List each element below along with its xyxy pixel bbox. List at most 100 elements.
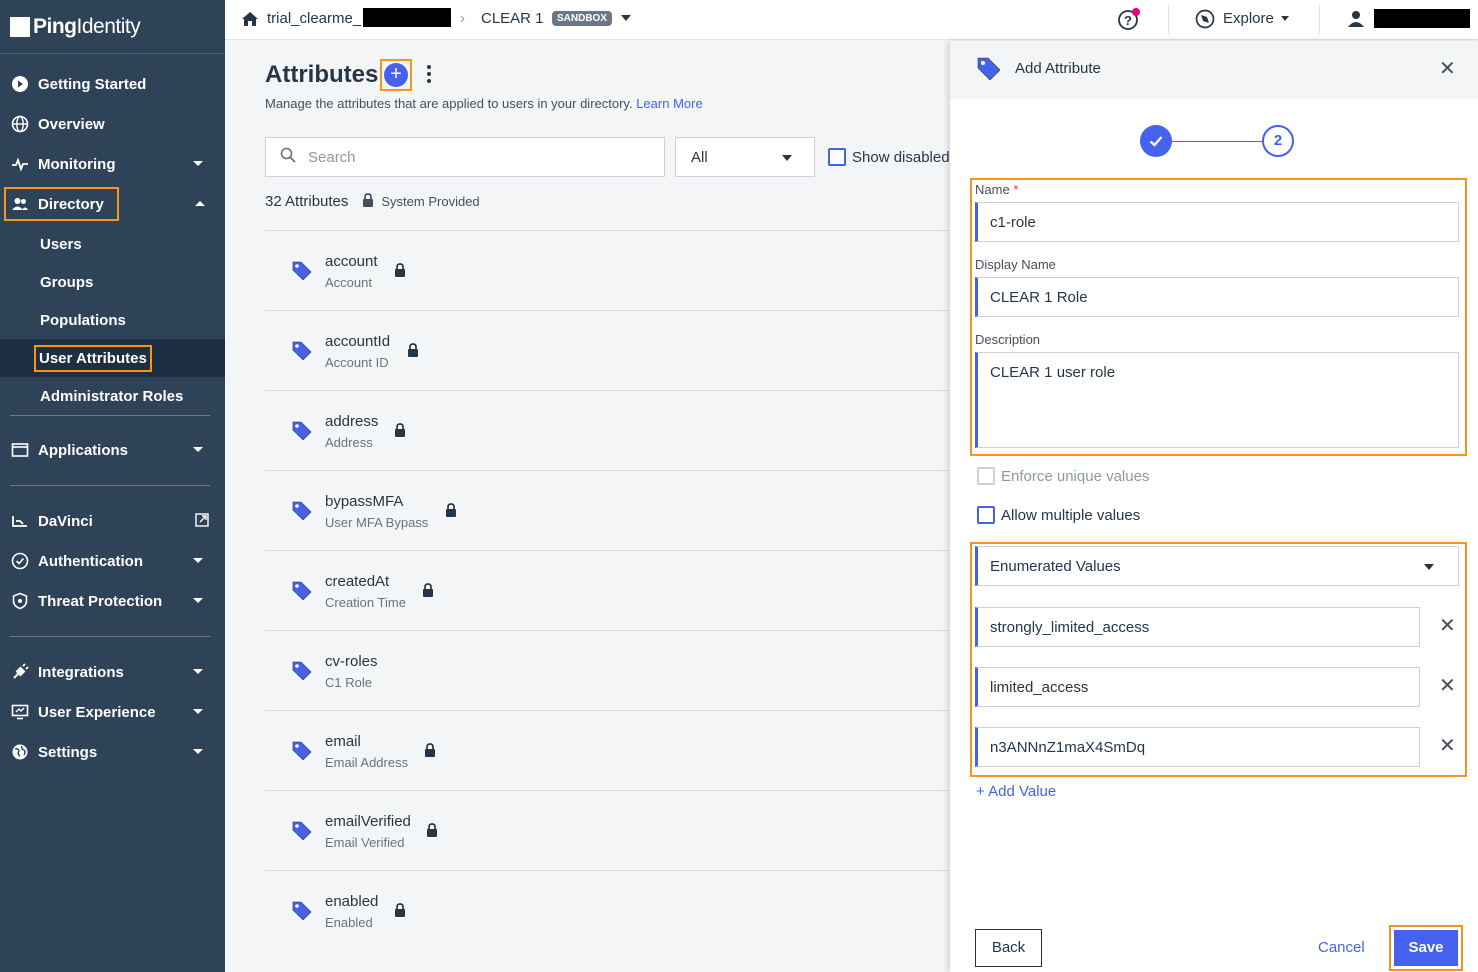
attribute-row[interactable]: address Address	[265, 390, 950, 470]
subnav-user-attributes[interactable]: User Attributes	[0, 339, 225, 377]
save-button[interactable]: Save	[1394, 930, 1458, 966]
checkbox[interactable]	[828, 148, 846, 166]
chevron-up-icon[interactable]	[195, 201, 205, 206]
nav-label: DaVinci	[38, 512, 93, 530]
attribute-row[interactable]: cv-roles C1 Role	[265, 630, 950, 710]
sandbox-badge: SANDBOX	[552, 11, 613, 26]
step-2-indicator[interactable]: 2	[1262, 125, 1294, 157]
learn-more-link[interactable]: Learn More	[636, 96, 702, 111]
attribute-row[interactable]: bypassMFA User MFA Bypass	[265, 470, 950, 550]
attribute-name: address	[325, 413, 379, 430]
search-input[interactable]: Search	[308, 149, 356, 166]
subnav-users[interactable]: Users	[0, 225, 225, 263]
filter-value: All	[691, 149, 708, 166]
plug-icon	[10, 662, 30, 682]
close-icon[interactable]: ✕	[1439, 59, 1456, 79]
add-value-link[interactable]: + Add Value	[976, 783, 1056, 800]
attribute-display-name: Account ID	[325, 355, 389, 370]
nav-overview[interactable]: Overview	[0, 109, 225, 139]
remove-value-icon[interactable]: ✕	[1439, 616, 1456, 636]
save-button-highlight: Save	[1389, 925, 1463, 971]
name-label: Name *	[975, 182, 1018, 197]
nav-user-experience[interactable]: User Experience	[0, 697, 225, 727]
step-complete-check-icon[interactable]	[1140, 125, 1172, 157]
chevron-down-icon[interactable]	[1281, 16, 1289, 21]
nav-label: Settings	[38, 743, 98, 761]
logo-text-light: Identity	[76, 14, 141, 38]
remove-value-icon[interactable]: ✕	[1439, 676, 1456, 696]
name-field[interactable]: c1-role	[975, 202, 1459, 242]
lock-icon	[394, 903, 406, 923]
enum-value-input[interactable]: strongly_limited_access	[975, 607, 1420, 647]
checkbox[interactable]	[977, 506, 995, 524]
attribute-row[interactable]: createdAt Creation Time	[265, 550, 950, 630]
highlight-box	[4, 187, 119, 221]
attribute-name: createdAt	[325, 573, 390, 590]
enum-type-select[interactable]: Enumerated Values	[975, 546, 1459, 586]
attribute-row[interactable]: accountId Account ID	[265, 310, 950, 390]
chevron-down-icon	[193, 709, 203, 714]
home-icon[interactable]	[241, 10, 259, 33]
nav-monitoring[interactable]: Monitoring	[0, 149, 225, 179]
tag-icon	[291, 740, 313, 767]
nav-settings[interactable]: Settings	[0, 737, 225, 767]
nav-label: Getting Started	[38, 75, 147, 93]
play-circle-icon	[10, 74, 30, 94]
stepper-line	[1172, 141, 1264, 142]
nav-label: Applications	[38, 441, 129, 459]
nav-integrations[interactable]: Integrations	[0, 657, 225, 687]
attribute-display-name: Email Verified	[325, 835, 405, 850]
subnav-groups[interactable]: Groups	[0, 263, 225, 301]
tag-icon	[976, 56, 1002, 87]
top-bar: trial_clearme_ › CLEAR 1 SANDBOX ? Explo…	[225, 0, 1478, 40]
search-field[interactable]: Search	[265, 137, 665, 177]
subnav-populations[interactable]: Populations	[0, 301, 225, 339]
nav-authentication[interactable]: Authentication	[0, 546, 225, 576]
attribute-display-name: Account	[325, 275, 372, 290]
system-provided-label: System Provided	[381, 194, 480, 209]
attribute-display-name: Email Address	[325, 755, 409, 770]
enum-value-input[interactable]: limited_access	[975, 667, 1420, 707]
external-link-icon	[195, 513, 209, 531]
allow-multiple-checkbox[interactable]: Allow multiple values	[977, 506, 1140, 524]
nav-davinci[interactable]: DaVinci	[0, 506, 225, 536]
lock-icon	[394, 263, 406, 283]
attribute-row[interactable]: emailVerified Email Verified	[265, 790, 950, 870]
environment-name[interactable]: trial_clearme_	[267, 10, 361, 27]
back-button[interactable]: Back	[975, 929, 1042, 967]
display-name-field[interactable]: CLEAR 1 Role	[975, 277, 1459, 317]
description-textarea[interactable]: CLEAR 1 user role	[975, 352, 1459, 448]
attribute-row[interactable]: enabled Enabled	[265, 870, 950, 950]
ping-identity-logo[interactable]: PingIdentity	[0, 0, 225, 54]
attribute-row[interactable]: account Account	[265, 230, 950, 310]
chevron-down-icon	[782, 155, 792, 161]
checkbox	[977, 467, 995, 485]
chevron-down-icon	[193, 598, 203, 603]
filter-dropdown[interactable]: All	[675, 137, 815, 177]
redacted-user-name	[1374, 9, 1470, 28]
nav-applications[interactable]: Applications	[0, 435, 225, 465]
nav-label: User Experience	[38, 703, 156, 721]
user-icon[interactable]	[1346, 9, 1366, 34]
chevron-down-icon	[1424, 564, 1434, 570]
chevron-down-icon[interactable]	[621, 15, 631, 21]
help-icon[interactable]: ?	[1117, 8, 1141, 37]
subnav-administrator-roles[interactable]: Administrator Roles	[0, 377, 225, 415]
lock-icon	[424, 743, 436, 763]
attribute-row[interactable]: email Email Address	[265, 710, 950, 790]
enforce-unique-checkbox: Enforce unique values	[977, 467, 1149, 485]
more-options-icon[interactable]	[427, 65, 433, 86]
enum-type-value: Enumerated Values	[990, 558, 1121, 575]
remove-value-icon[interactable]: ✕	[1439, 736, 1456, 756]
nav-threat-protection[interactable]: Threat Protection	[0, 586, 225, 616]
cancel-button[interactable]: Cancel	[1318, 939, 1365, 956]
add-attribute-button[interactable]: +	[380, 59, 412, 91]
search-icon	[280, 147, 296, 168]
enum-value-input[interactable]: n3ANNnZ1maX4SmDq	[975, 727, 1420, 767]
explore-menu[interactable]: Explore	[1223, 10, 1274, 27]
nav-getting-started[interactable]: Getting Started	[0, 69, 225, 99]
show-disabled-checkbox[interactable]: Show disabled	[828, 148, 950, 166]
globe-icon	[10, 114, 30, 134]
app-name[interactable]: CLEAR 1	[481, 10, 544, 27]
nav-directory[interactable]: Directory	[4, 187, 123, 221]
